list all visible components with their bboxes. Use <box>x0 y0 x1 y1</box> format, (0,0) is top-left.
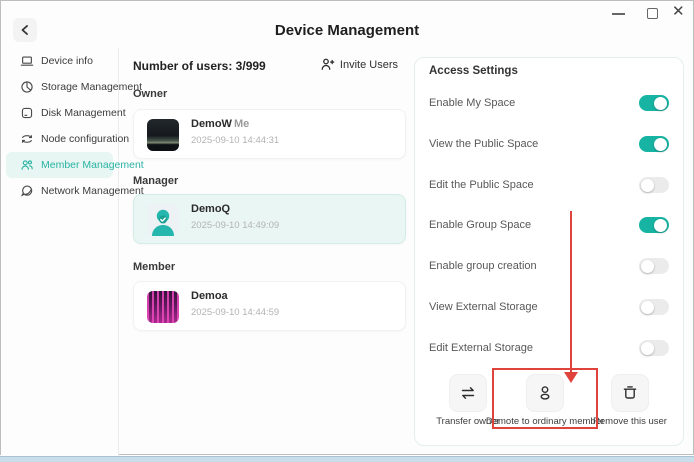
toggle-row-enable-my-space: Enable My Space <box>429 93 669 113</box>
toggle-edit-public-space[interactable] <box>639 177 669 193</box>
access-settings-title: Access Settings <box>429 65 518 77</box>
members-icon <box>21 160 33 170</box>
toggle-label: View External Storage <box>429 301 538 313</box>
toggle-row-view-external-storage: View External Storage <box>429 297 669 317</box>
background-window-edge <box>0 456 694 462</box>
nodes-icon <box>22 135 32 143</box>
page-title: Device Management <box>274 22 420 39</box>
toggle-row-enable-group-space: Enable Group Space <box>429 215 669 235</box>
network-icon <box>21 185 33 197</box>
user-card-demoq[interactable]: DemoQ 2025-09-10 14:49:09 <box>133 194 406 244</box>
sidebar-item-member-management[interactable]: Member Management <box>6 152 144 178</box>
toggle-label: View the Public Space <box>429 138 539 150</box>
toggle-enable-group-creation[interactable] <box>639 258 669 274</box>
user-card-demoa[interactable]: Demoa 2025-09-10 14:44:59 <box>133 281 406 331</box>
titlebar: Device Management ✕ <box>1 1 693 49</box>
person-check-avatar-icon <box>152 209 174 236</box>
transfer-arrows-icon <box>461 387 475 399</box>
user-timestamp: 2025-09-10 14:44:31 <box>191 135 280 146</box>
toggle-label: Enable Group Space <box>429 219 532 231</box>
avatar <box>147 204 179 236</box>
toggle-view-external-storage[interactable] <box>639 299 669 315</box>
sidebar-item-network-management[interactable]: Network Management <box>6 178 144 204</box>
role-header-member: Member <box>133 261 176 273</box>
me-badge: Me <box>234 118 250 130</box>
toggle-row-edit-public-space: Edit the Public Space <box>429 175 669 195</box>
minimize-button[interactable] <box>612 13 625 15</box>
trash-icon <box>623 386 637 399</box>
pie-chart-icon <box>21 81 33 93</box>
sidebar-item-label: Device info <box>41 55 93 67</box>
avatar <box>147 119 179 151</box>
toggle-row-edit-external-storage: Edit External Storage <box>429 338 669 358</box>
invite-users-label: Invite Users <box>339 58 398 71</box>
toggle-row-enable-group-creation: Enable group creation <box>429 256 669 276</box>
user-card-demow[interactable]: DemoW Me 2025-09-10 14:44:31 <box>133 109 406 159</box>
role-header-manager: Manager <box>133 175 179 187</box>
toggle-edit-external-storage[interactable] <box>639 340 669 356</box>
user-name: Demoa <box>191 290 228 302</box>
sidebar: Device info Storage Management Disk Mana… <box>1 48 144 456</box>
invite-user-icon <box>321 58 335 70</box>
user-name: DemoW <box>191 118 232 130</box>
sidebar-item-device-info[interactable]: Device info <box>6 48 113 74</box>
toggle-label: Enable group creation <box>429 260 537 272</box>
user-name: DemoQ <box>191 203 231 215</box>
toggle-label: Enable My Space <box>429 97 516 109</box>
close-button[interactable]: ✕ <box>672 3 685 21</box>
sidebar-item-disk-management[interactable]: Disk Management <box>6 100 126 126</box>
remove-user-button[interactable] <box>611 374 649 412</box>
annotation-highlight-box <box>492 368 598 429</box>
disk-icon <box>21 107 33 119</box>
toggle-view-public-space[interactable] <box>639 136 669 152</box>
device-management-window: Device Management ✕ Device info Storage … <box>0 0 694 456</box>
sidebar-item-storage-management[interactable]: Storage Management <box>6 74 142 100</box>
sidebar-item-node-configuration[interactable]: Node configuration <box>6 126 129 152</box>
transfer-owner-button[interactable] <box>449 374 487 412</box>
sidebar-item-label: Node configuration <box>41 133 130 145</box>
user-timestamp: 2025-09-10 14:49:09 <box>191 220 280 231</box>
toggle-enable-my-space[interactable] <box>639 95 669 111</box>
laptop-icon <box>20 56 34 66</box>
users-count: Number of users: 3/999 <box>133 59 266 73</box>
role-header-owner: Owner <box>133 88 168 100</box>
remove-user-label: Remove this user <box>593 416 667 427</box>
user-timestamp: 2025-09-10 14:44:59 <box>191 307 280 318</box>
toggle-label: Edit External Storage <box>429 342 533 354</box>
annotation-arrow-line <box>570 211 572 373</box>
toggle-label: Edit the Public Space <box>429 179 534 191</box>
toggle-enable-group-space[interactable] <box>639 217 669 233</box>
sidebar-item-label: Disk Management <box>41 107 126 119</box>
invite-users-button[interactable]: Invite Users <box>320 57 398 72</box>
toggle-row-view-public-space: View the Public Space <box>429 134 669 154</box>
avatar <box>147 291 179 323</box>
members-panel: Number of users: 3/999 Invite Users Owne… <box>119 48 414 456</box>
maximize-button[interactable] <box>647 8 658 19</box>
